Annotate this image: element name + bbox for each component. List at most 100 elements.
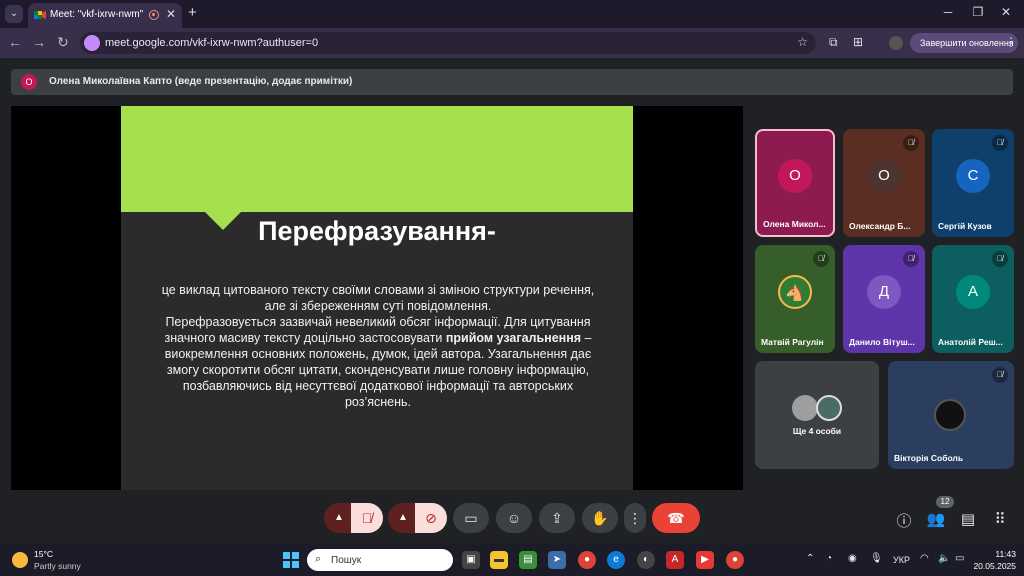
present-button[interactable]: ⇪ [539, 503, 575, 533]
presenter-avatar: О [21, 74, 37, 90]
participant-name: Данило Вітуш... [849, 337, 915, 347]
activities-icon[interactable]: ⠿ [990, 510, 1010, 528]
participant-avatar: О [778, 159, 812, 193]
meeting-info-icon[interactable]: ⓘ [894, 510, 914, 531]
tray-chevron-icon[interactable]: ⌃ [806, 553, 814, 564]
browser-tab-strip: ⌄ Meet: "vkf-ixrw-nwm" ✕ + ─ ❐ ✕ [0, 0, 1024, 28]
chrome-icon[interactable]: ● [578, 551, 596, 569]
chrome-active-icon[interactable]: ● [726, 551, 744, 569]
windows-taskbar: 15°C Partly sunny ⌕ Пошук ▣ ▬ ▤ ➤ ● e ◐ … [0, 544, 1024, 576]
mic-toggle-button[interactable]: 🎙̸ [351, 503, 383, 533]
slide-body-bold: прийом узагальнення [445, 331, 582, 345]
tray-app-icon[interactable]: ◉ [848, 553, 857, 564]
extensions-icon[interactable]: ⊞ [853, 35, 863, 49]
mic-off-icon: 🎙̸ [992, 135, 1008, 151]
more-people-avatar [816, 395, 842, 421]
video-options-button[interactable]: ▲ [388, 503, 418, 533]
participant-name: Матвій Рагулін [761, 337, 824, 347]
window-close-icon[interactable]: ✕ [996, 5, 1016, 19]
slide-header-band [121, 106, 633, 212]
url-text: meet.google.com/vkf-ixrw-nwm?authuser=0 [105, 37, 319, 49]
slide: Перефразування- це виклад цитованого тек… [121, 106, 633, 490]
meet-favicon-icon [34, 11, 46, 19]
new-tab-icon[interactable]: + [188, 4, 197, 21]
weather-icon[interactable] [12, 552, 28, 568]
youtube-icon[interactable]: ▶ [696, 551, 714, 569]
presentation-stage: Перефразування- це виклад цитованого тек… [11, 106, 743, 490]
profile-avatar[interactable] [889, 36, 903, 50]
back-icon[interactable]: ← [6, 34, 24, 50]
leave-call-button[interactable]: ☎ [652, 503, 700, 533]
battery-icon[interactable]: ▭ [955, 553, 964, 564]
people-icon[interactable]: 👥 [926, 510, 946, 528]
participant-tile[interactable]: О Олена Микол... [755, 129, 835, 237]
address-bar[interactable]: meet.google.com/vkf-ixrw-nwm?authuser=0 … [80, 32, 816, 54]
participant-avatar: А [956, 275, 990, 309]
volume-icon[interactable]: 🔈 [938, 553, 950, 564]
participant-tile[interactable]: 🎙̸ А Анатолій Реш... [932, 245, 1014, 353]
reload-icon[interactable]: ↻ [54, 34, 72, 51]
recording-indicator-icon [149, 10, 159, 20]
edge-icon[interactable]: e [607, 551, 625, 569]
taskbar-clock[interactable]: 11:43 20.05.2025 [968, 548, 1016, 572]
participant-name: Олена Микол... [763, 219, 826, 229]
browser-menu-icon[interactable]: ⋮ [1005, 35, 1017, 49]
telegram-icon[interactable]: ➤ [548, 551, 566, 569]
participant-name: Сергій Кузов [938, 221, 992, 231]
tab-close-icon[interactable]: ✕ [166, 7, 176, 21]
participant-name: Вікторія Соболь [894, 453, 964, 463]
raise-hand-button[interactable]: ✋ [582, 503, 618, 533]
bookmark-star-icon[interactable]: ☆ [797, 35, 808, 49]
search-icon: ⌕ [315, 553, 322, 565]
slide-body-line1: це виклад цитованого тексту своїми слова… [161, 283, 595, 313]
tab-list-button[interactable]: ⌄ [5, 5, 23, 23]
camera-toggle-button[interactable]: ⊘ [415, 503, 447, 533]
participant-avatar-image [934, 399, 966, 431]
clock-time: 11:43 [995, 549, 1016, 559]
slide-body: це виклад цитованого тексту своїми слова… [153, 282, 603, 410]
mic-off-icon: 🎙̸ [992, 251, 1008, 267]
captions-button[interactable]: ▭ [453, 503, 489, 533]
mic-off-icon: 🎙̸ [903, 135, 919, 151]
participant-tile[interactable]: 🎙̸ 🐴 Матвій Рагулін [755, 245, 835, 353]
site-info-icon[interactable] [84, 35, 100, 51]
restore-icon[interactable]: ❐ [968, 5, 988, 19]
tray-mic-icon[interactable]: 🎙 [870, 553, 883, 564]
app-icon[interactable]: ◐ [637, 551, 655, 569]
browser-toolbar: ← → ↻ meet.google.com/vkf-ixrw-nwm?authu… [0, 28, 1024, 58]
participant-avatar-image: 🐴 [778, 275, 812, 309]
more-people-label: Ще 4 особи [792, 426, 842, 436]
chat-icon[interactable]: ▤ [958, 510, 978, 528]
file-explorer-icon[interactable]: ▬ [490, 551, 508, 569]
participant-avatar: Д [867, 275, 901, 309]
acrobat-icon[interactable]: A [666, 551, 684, 569]
search-placeholder: Пошук [331, 555, 362, 566]
participant-tile[interactable]: 🎙̸ О Олександр Б... [843, 129, 925, 237]
cast-icon[interactable]: ⧉ [829, 35, 838, 50]
update-button[interactable]: Завершити оновлення [910, 33, 1018, 53]
minimize-icon[interactable]: ─ [938, 5, 958, 19]
audio-options-button[interactable]: ▲ [324, 503, 354, 533]
presenter-bar: О Олена Миколаївна Капто (веде презентац… [11, 69, 1013, 95]
browser-tab-meet[interactable]: Meet: "vkf-ixrw-nwm" ✕ [28, 3, 182, 28]
task-view-icon[interactable]: ▣ [462, 551, 480, 569]
participant-name: Олександр Б... [849, 221, 911, 231]
taskbar-search[interactable]: ⌕ Пошук [307, 549, 453, 571]
participant-tile[interactable]: 🎙̸ С Сергій Кузов [932, 129, 1014, 237]
language-indicator[interactable]: УКР [893, 555, 910, 565]
app-icon[interactable]: ▤ [519, 551, 537, 569]
slide-heading: Перефразування- [258, 216, 496, 246]
mic-off-icon: 🎙̸ [992, 367, 1008, 383]
forward-icon[interactable]: → [30, 34, 48, 50]
people-count-badge: 12 [936, 496, 954, 508]
participant-name: Анатолій Реш... [938, 337, 1003, 347]
participant-tile-featured[interactable]: 🎙̸ Вікторія Соболь [888, 361, 1014, 469]
wifi-icon[interactable]: ◠ [920, 553, 929, 564]
windows-start-icon[interactable] [283, 552, 299, 568]
more-options-button[interactable]: ⋮ [624, 503, 646, 533]
reactions-button[interactable]: ☺ [496, 503, 532, 533]
tray-app-icon[interactable]: ◔ [826, 553, 832, 564]
more-people-tile[interactable]: Ще 4 особи [755, 361, 879, 469]
mic-off-icon: 🎙̸ [813, 251, 829, 267]
participant-tile[interactable]: 🎙̸ Д Данило Вітуш... [843, 245, 925, 353]
